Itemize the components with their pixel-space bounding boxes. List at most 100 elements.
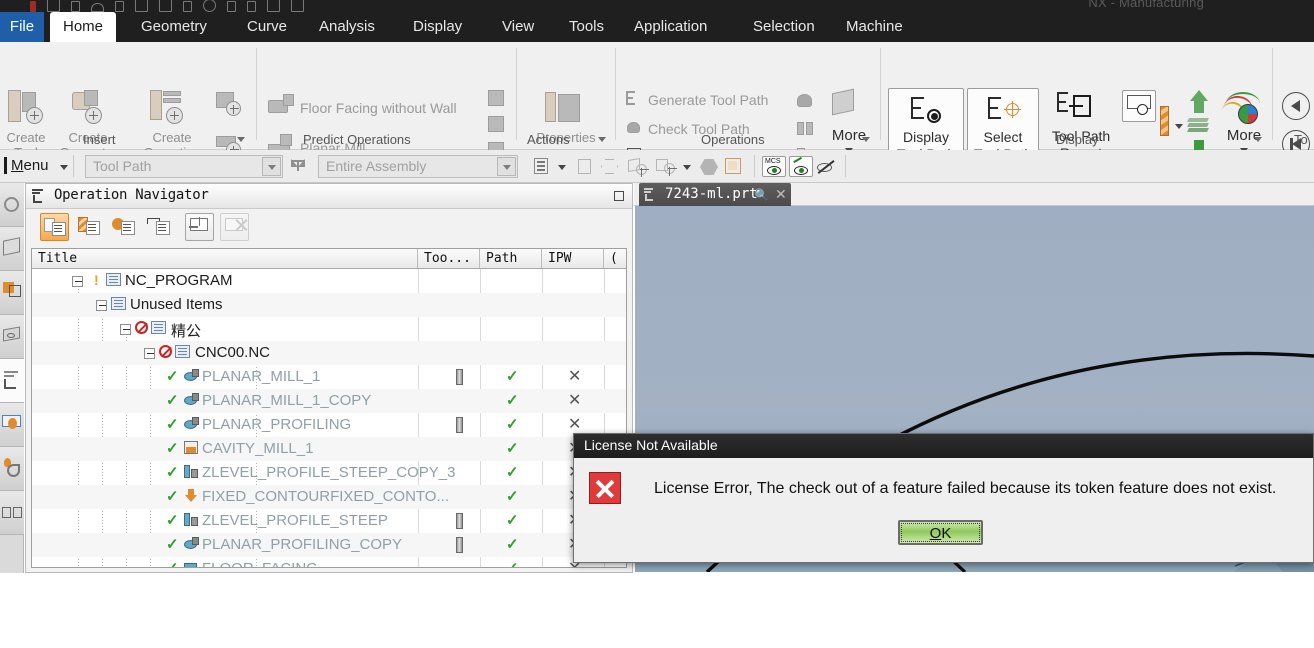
- resbar-assembly-navigator[interactable]: [0, 183, 24, 227]
- assembly-scope-combo[interactable]: Entire Assembly: [318, 155, 518, 178]
- snap-point-arrow[interactable]: [683, 165, 691, 170]
- tab-machine[interactable]: Machine: [833, 12, 916, 42]
- table-row[interactable]: ! NC_PROGRAM: [32, 269, 626, 293]
- wcs-display-icon[interactable]: [789, 156, 813, 177]
- cut-icon[interactable]: [135, 0, 148, 12]
- close-icon[interactable]: ✕: [775, 186, 787, 203]
- resbar-hd3d-tools[interactable]: [0, 315, 24, 359]
- feature-select-icon[interactable]: [628, 157, 650, 177]
- mcs-display-icon[interactable]: MCS: [762, 156, 786, 177]
- table-row[interactable]: ✓ FIXED_CONTOURFIXED_CONTO... ✓ ✕: [32, 485, 626, 509]
- table-row[interactable]: ✓ CAVITY_MILL_1 ✓ ✕: [32, 437, 626, 461]
- menu-button[interactable]: Menu: [4, 157, 49, 174]
- table-row[interactable]: ✓ PLANAR_MILL_1 ✓ ✕: [32, 365, 626, 389]
- machine-tool-view-button[interactable]: [75, 213, 104, 241]
- ok-button[interactable]: OK: [898, 520, 983, 545]
- find-icon[interactable]: [227, 1, 236, 12]
- paste-icon[interactable]: [183, 1, 192, 12]
- actions-group-expand-arrow[interactable]: [598, 137, 606, 142]
- solid-shade-icon[interactable]: [700, 159, 718, 175]
- column-header-title[interactable]: Title: [32, 249, 418, 268]
- tab-tools[interactable]: Tools: [556, 12, 617, 42]
- no-display-icon[interactable]: [816, 158, 836, 176]
- create-operation-icon[interactable]: [150, 90, 194, 128]
- selection-type-combo[interactable]: Tool Path: [85, 155, 283, 178]
- tab-home[interactable]: Home: [50, 12, 117, 42]
- table-row[interactable]: ✓ PLANAR_PROFILING ✓ ✕: [32, 413, 626, 437]
- create-tool-icon[interactable]: [8, 90, 48, 128]
- assembly-scope-dropdown-button[interactable]: [497, 157, 516, 176]
- table-row[interactable]: CNC00.NC: [32, 341, 626, 365]
- more-operations-icon[interactable]: [827, 88, 869, 123]
- program-order-view-button[interactable]: [40, 213, 69, 241]
- create-program-group-icon[interactable]: [216, 92, 246, 118]
- remove-column-button[interactable]: [220, 213, 249, 241]
- table-row[interactable]: 精公: [32, 317, 626, 341]
- open-icon[interactable]: [47, 0, 60, 12]
- tab-display[interactable]: Display: [400, 12, 475, 42]
- generate-tool-path-item[interactable]: Generate Tool Path: [648, 92, 768, 108]
- menu-dropdown-arrow[interactable]: [60, 165, 68, 170]
- selection-type-dropdown-button[interactable]: [262, 157, 281, 176]
- window-icon[interactable]: [267, 0, 280, 12]
- save-icon[interactable]: [71, 1, 80, 12]
- predict-corner-icon[interactable]: [488, 90, 510, 110]
- tab-file[interactable]: File: [0, 12, 44, 42]
- compare-icon[interactable]: [797, 120, 821, 140]
- create-geometry-icon[interactable]: [68, 90, 110, 128]
- more-display-icon[interactable]: [1220, 90, 1266, 124]
- column-header-partial[interactable]: (: [604, 249, 626, 268]
- row-expander[interactable]: [96, 300, 107, 311]
- resbar-reuse-library[interactable]: [0, 271, 24, 315]
- tab-view[interactable]: View: [489, 12, 547, 42]
- new-icon[interactable]: [30, 1, 36, 12]
- tab-geometry[interactable]: Geometry: [128, 12, 220, 42]
- operation-tree[interactable]: Title Too... Path IPW ( ! NC_PROGRAM Unu…: [31, 248, 627, 568]
- resbar-machine-tool-navigator[interactable]: [0, 403, 24, 447]
- selection-filter-icon[interactable]: [291, 159, 309, 175]
- switch-window-icon[interactable]: [291, 0, 304, 12]
- display-more-button[interactable]: More: [1216, 128, 1272, 143]
- delete-icon[interactable]: [203, 0, 216, 12]
- tool-path-report-icon[interactable]: [1053, 90, 1103, 124]
- tab-application[interactable]: Application: [621, 12, 720, 42]
- tab-analysis[interactable]: Analysis: [306, 12, 388, 42]
- table-row[interactable]: ✓ ZLEVEL_PROFILE_STEEP_COPY_3 ✓ ✕: [32, 461, 626, 485]
- row-expander[interactable]: [144, 348, 155, 359]
- predict-check-icon[interactable]: [488, 116, 510, 136]
- simulate-icon[interactable]: [797, 92, 821, 112]
- row-expander[interactable]: [120, 324, 131, 335]
- table-row[interactable]: ✓ PLANAR_PROFILING_COPY ✓ ✕: [32, 533, 626, 557]
- face-select-icon[interactable]: [576, 158, 596, 176]
- table-row[interactable]: Unused Items: [32, 293, 626, 317]
- cutting-tool-dropdown-arrow[interactable]: [1175, 124, 1183, 129]
- table-row[interactable]: ✓ FLOOR_FACING ✓ ✕: [32, 557, 626, 567]
- display-group-expand-arrow[interactable]: [1254, 137, 1262, 142]
- selection-group-arrow[interactable]: [558, 165, 566, 170]
- operation-navigator-float-button[interactable]: [614, 191, 624, 201]
- add-column-button[interactable]: [185, 213, 214, 241]
- floor-facing-without-wall-item[interactable]: Floor Facing without Wall: [300, 100, 457, 116]
- cutting-tool-icon[interactable]: [1157, 106, 1173, 140]
- text-cursor-icon[interactable]: [247, 1, 256, 12]
- orient-view-icon[interactable]: [724, 158, 744, 176]
- redo-icon[interactable]: [115, 1, 124, 12]
- properties-icon[interactable]: [545, 92, 589, 128]
- verify-tool-path-icon[interactable]: [1122, 90, 1156, 122]
- tab-selection[interactable]: Selection: [740, 12, 828, 42]
- snap-point-icon[interactable]: [656, 158, 678, 176]
- column-header-ipw[interactable]: IPW: [542, 249, 604, 268]
- machining-method-view-button[interactable]: [145, 213, 174, 241]
- table-row[interactable]: ✓ PLANAR_MILL_1_COPY ✓ ✕: [32, 389, 626, 413]
- resbar-manufacturing-wizards[interactable]: [0, 447, 24, 491]
- resbar-part-navigator[interactable]: [0, 227, 24, 271]
- resbar-web-browser[interactable]: [0, 491, 24, 535]
- geometry-view-button[interactable]: [110, 213, 139, 241]
- layers-icon[interactable]: [1187, 118, 1210, 134]
- dialog-titlebar[interactable]: License Not Available: [574, 434, 1313, 458]
- copy-icon[interactable]: [159, 0, 172, 12]
- column-header-tool[interactable]: Too...: [418, 249, 480, 268]
- column-header-path[interactable]: Path: [480, 249, 542, 268]
- insert-group-expand-arrow[interactable]: [237, 137, 245, 142]
- selection-group-icon[interactable]: [534, 158, 554, 176]
